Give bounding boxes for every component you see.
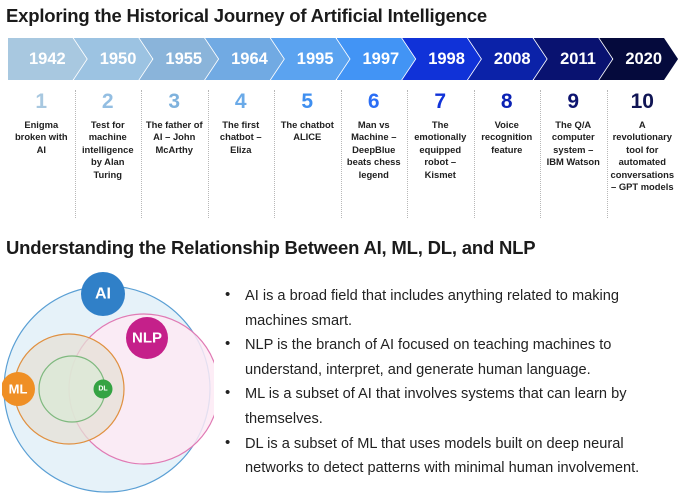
timeline-item-number: 9	[567, 90, 580, 113]
timeline-item-number: 5	[301, 90, 314, 113]
timeline-chevron-year-label: 1942	[28, 49, 66, 68]
venn-badge-nlp: NLP	[126, 317, 168, 359]
timeline-item-number: 8	[500, 90, 513, 113]
venn-bullet-list: AI is a broad field that includes anythi…	[222, 283, 680, 481]
timeline-item-description: The first chatbot – Eliza	[219, 119, 262, 155]
timeline-item-number: 1	[35, 90, 48, 113]
timeline-chevron-year-label: 1995	[296, 49, 334, 68]
timeline-chevron-year-label: 1950	[99, 49, 137, 68]
timeline-item-description: Voice recognition feature	[481, 119, 533, 155]
timeline-item-9: 9 The Q/A computer system – IBM Watson	[540, 88, 607, 220]
timeline-item-description: Test for machine intelligence by Alan Tu…	[81, 119, 134, 180]
timeline-item-row: 1 Enigma broken with AI 2 Test for machine …	[8, 88, 678, 220]
timeline-item-description: The emotionally equipped robot – Kismet	[414, 119, 467, 180]
venn-diagram: AI NLP ML DL	[2, 272, 214, 500]
timeline-chevron-year-label: 2020	[625, 49, 663, 68]
timeline-item-3: 3 The father of AI – John McArthy	[141, 88, 208, 220]
venn-bullet-item: DL is a subset of ML that uses models bu…	[222, 431, 680, 481]
timeline-item-description: The chatbot ALICE	[280, 119, 334, 143]
timeline-item-description: A revolutionary tool for automated conve…	[610, 119, 675, 193]
timeline-chevron-year-label: 1998	[428, 49, 465, 68]
timeline-chevron-year-label: 2008	[493, 49, 531, 68]
timeline-item-number: 2	[101, 90, 114, 113]
venn-badge-ml: ML	[2, 372, 35, 406]
venn-badge-dl: DL	[93, 379, 113, 399]
timeline-item-description: Man vs Machine – DeepBlue beats chess le…	[346, 119, 401, 180]
timeline-chevron-year-label: 1997	[362, 49, 400, 68]
timeline-item-5: 5 The chatbot ALICE	[274, 88, 341, 220]
timeline-item-description: The Q/A computer system – IBM Watson	[546, 119, 600, 168]
timeline-item-number: 10	[630, 90, 654, 113]
venn-badge-ml-label: ML	[9, 382, 28, 397]
timeline-chevron-year-label: 1964	[231, 49, 268, 68]
timeline-chevron-year-label: 2011	[560, 49, 596, 68]
timeline-item-10: 10 A revolutionary tool for automated con…	[606, 88, 679, 220]
timeline-chevron-year-label: 1955	[165, 49, 203, 68]
venn-badge-nlp-label: NLP	[132, 330, 162, 347]
venn-bullet-item: AI is a broad field that includes anythi…	[222, 283, 680, 333]
timeline-chevron-row: 1942 1950 1955 1964 1995 1997 1998 2008 2011 2020	[8, 38, 678, 80]
timeline-item-8: 8 Voice recognition feature	[473, 88, 541, 220]
timeline-item-description: Enigma broken with AI	[14, 119, 68, 155]
timeline-item-number: 4	[234, 90, 247, 113]
venn-bullet-item: ML is a subset of AI that involves syste…	[222, 381, 680, 431]
timeline-item-6: 6 Man vs Machine – DeepBlue beats chess l…	[340, 88, 408, 220]
venn-diagram-svg: AI NLP ML DL	[2, 272, 214, 493]
venn-section-title: Understanding the Relationship Between A…	[6, 237, 536, 258]
timeline-chevron-1942: 1942	[8, 38, 87, 80]
timeline-item-description: The father of AI – John McArthy	[145, 119, 203, 155]
venn-bullet-item: NLP is the branch of AI focused on teach…	[222, 332, 680, 382]
timeline-item-number: 7	[434, 90, 447, 113]
timeline-item-number: 3	[168, 90, 181, 113]
timeline-item-4: 4 The first chatbot – Eliza	[207, 88, 275, 220]
venn-badge-ai: AI	[81, 272, 125, 316]
infographic-page: Exploring the Historical Journey of Arti…	[0, 0, 685, 501]
timeline-item-2: 2 Test for machine intelligence by Alan T…	[74, 88, 142, 220]
timeline-section-title: Exploring the Historical Journey of Arti…	[6, 5, 487, 26]
timeline-item-7: 7 The emotionally equipped robot – Kismet	[407, 88, 474, 220]
venn-badge-ai-label: AI	[95, 286, 111, 303]
timeline-item-1: 1 Enigma broken with AI	[8, 88, 75, 220]
venn-badge-dl-label: DL	[98, 386, 108, 393]
timeline-item-number: 6	[367, 90, 380, 113]
